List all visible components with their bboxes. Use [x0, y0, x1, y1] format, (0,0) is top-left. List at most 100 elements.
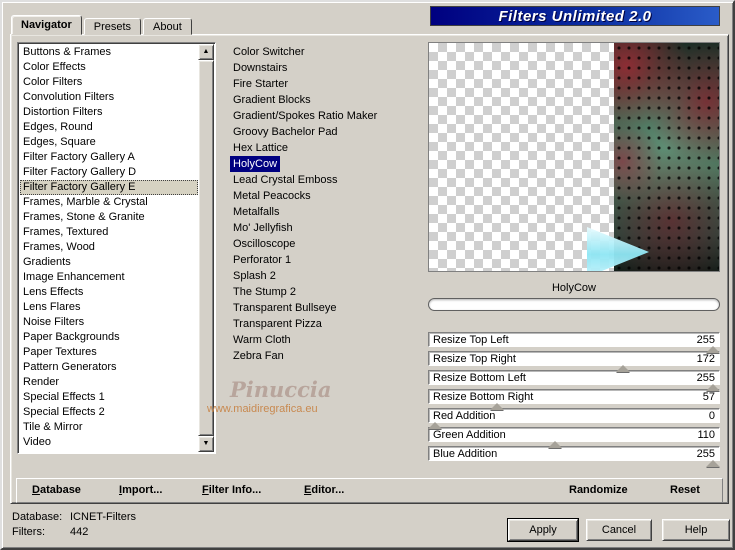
- category-item[interactable]: Frames, Textured: [20, 225, 198, 240]
- filter-item[interactable]: Perforator 1: [230, 252, 294, 268]
- category-item[interactable]: Lens Effects: [20, 285, 198, 300]
- category-item[interactable]: Paper Textures: [20, 345, 198, 360]
- filter-item[interactable]: Downstairs: [230, 60, 290, 76]
- filter-item[interactable]: Transparent Pizza: [230, 316, 325, 332]
- preview-image: [614, 43, 719, 271]
- tab-bar: Navigator Presets About: [11, 15, 194, 35]
- category-item[interactable]: Noise Filters: [20, 315, 198, 330]
- filter-item[interactable]: Hex Lattice: [230, 140, 291, 156]
- scrollbar-up-button[interactable]: ▲: [198, 44, 214, 60]
- status-filters-label: Filters:: [12, 526, 45, 538]
- category-item[interactable]: Frames, Marble & Crystal: [20, 195, 198, 210]
- filter-item[interactable]: Metal Peacocks: [230, 188, 314, 204]
- category-item[interactable]: Filter Factory Gallery D: [20, 165, 198, 180]
- reset-button[interactable]: Reset: [670, 484, 700, 496]
- parameter-label: Blue Addition: [433, 447, 498, 460]
- parameter-value: 255: [696, 333, 715, 346]
- parameter-label: Resize Top Left: [433, 333, 509, 346]
- category-item[interactable]: Render: [20, 375, 198, 390]
- parameter-panel: Resize Top Left 255 Resize Top Right 172 Res…: [428, 332, 720, 467]
- filter-item[interactable]: Splash 2: [230, 268, 279, 284]
- filter-list[interactable]: Color Switcher Downstairs Fire Starter Grad…: [230, 44, 420, 364]
- progress-bar[interactable]: [428, 298, 720, 311]
- category-item-selected[interactable]: Filter Factory Gallery E: [20, 180, 198, 195]
- category-list[interactable]: Buttons & Frames Color Effects Color Filte…: [17, 42, 216, 454]
- parameter-slider[interactable]: Resize Bottom Left 255: [428, 370, 720, 385]
- tab-presets[interactable]: Presets: [83, 18, 142, 35]
- category-scrollbar[interactable]: ▲ ▼: [198, 44, 214, 452]
- filter-item[interactable]: Warm Cloth: [230, 332, 294, 348]
- parameter-label: Red Addition: [433, 409, 496, 422]
- filter-item[interactable]: Lead Crystal Emboss: [230, 172, 341, 188]
- category-item[interactable]: Lens Flares: [20, 300, 198, 315]
- filters-unlimited-window: Filters Unlimited 2.0 Navigator Presets Ab…: [0, 0, 735, 550]
- parameter-slider[interactable]: Green Addition 110: [428, 427, 720, 442]
- parameter-slider[interactable]: Resize Bottom Right 57: [428, 389, 720, 404]
- import-button[interactable]: Import...: [119, 484, 162, 496]
- category-item[interactable]: Tile & Mirror: [20, 420, 198, 435]
- tab-about[interactable]: About: [143, 18, 192, 35]
- slider-thumb-icon[interactable]: [548, 441, 562, 448]
- tab-navigator[interactable]: Navigator: [11, 15, 82, 35]
- filter-item[interactable]: Transparent Bullseye: [230, 300, 340, 316]
- help-button[interactable]: Help: [662, 519, 730, 541]
- category-item[interactable]: Edges, Square: [20, 135, 198, 150]
- category-item[interactable]: Image Enhancement: [20, 270, 198, 285]
- category-item[interactable]: Color Effects: [20, 60, 198, 75]
- slider-thumb-icon[interactable]: [490, 403, 504, 410]
- filter-item-selected[interactable]: HolyCow: [230, 156, 281, 172]
- down-arrow-icon: ▼: [202, 440, 210, 447]
- filter-item[interactable]: Color Switcher: [230, 44, 308, 60]
- category-item[interactable]: Convolution Filters: [20, 90, 198, 105]
- parameter-slider[interactable]: Resize Top Left 255: [428, 332, 720, 347]
- category-item[interactable]: Gradients: [20, 255, 198, 270]
- filter-item[interactable]: Zebra Fan: [230, 348, 287, 364]
- parameter-slider[interactable]: Resize Top Right 172: [428, 351, 720, 366]
- editor-button[interactable]: Editor...: [304, 484, 344, 496]
- filter-item[interactable]: Metalfalls: [230, 204, 282, 220]
- window-title: Filters Unlimited 2.0: [498, 7, 652, 25]
- parameter-slider[interactable]: Red Addition 0: [428, 408, 720, 423]
- category-item[interactable]: Paper Backgrounds: [20, 330, 198, 345]
- slider-thumb-icon[interactable]: [706, 384, 720, 391]
- apply-button[interactable]: Apply: [507, 518, 579, 542]
- parameter-value: 255: [696, 371, 715, 384]
- category-item[interactable]: Special Effects 2: [20, 405, 198, 420]
- category-item[interactable]: Video: [20, 435, 198, 450]
- category-item[interactable]: Color Filters: [20, 75, 198, 90]
- category-item[interactable]: Special Effects 1: [20, 390, 198, 405]
- filter-item[interactable]: Gradient Blocks: [230, 92, 314, 108]
- up-arrow-icon: ▲: [202, 48, 210, 55]
- parameter-row: Resize Top Right 172: [428, 351, 720, 372]
- preview-area[interactable]: [428, 42, 720, 272]
- category-item[interactable]: Frames, Stone & Granite: [20, 210, 198, 225]
- filter-item[interactable]: Oscilloscope: [230, 236, 298, 252]
- slider-thumb-icon[interactable]: [706, 460, 720, 467]
- category-item[interactable]: Pattern Generators: [20, 360, 198, 375]
- slider-thumb-icon[interactable]: [706, 346, 720, 353]
- category-item[interactable]: Filter Factory Gallery A: [20, 150, 198, 165]
- cancel-button[interactable]: Cancel: [586, 519, 652, 541]
- status-database: Database: ICNET-Filters: [12, 511, 136, 523]
- category-list-items: Buttons & Frames Color Effects Color Filte…: [20, 45, 198, 451]
- parameter-label: Resize Bottom Left: [433, 371, 526, 384]
- scrollbar-thumb[interactable]: [198, 60, 214, 436]
- parameter-value: 57: [702, 390, 715, 403]
- category-item[interactable]: Buttons & Frames: [20, 45, 198, 60]
- parameter-label: Resize Bottom Right: [433, 390, 534, 403]
- filter-item[interactable]: Mo' Jellyfish: [230, 220, 296, 236]
- filter-item[interactable]: Fire Starter: [230, 76, 291, 92]
- slider-thumb-icon[interactable]: [616, 365, 630, 372]
- category-item[interactable]: Distortion Filters: [20, 105, 198, 120]
- filter-info-button[interactable]: Filter Info...: [202, 484, 261, 496]
- parameter-slider[interactable]: Blue Addition 255: [428, 446, 720, 461]
- filter-item[interactable]: Groovy Bachelor Pad: [230, 124, 341, 140]
- scrollbar-down-button[interactable]: ▼: [198, 436, 214, 452]
- slider-thumb-icon[interactable]: [428, 422, 442, 429]
- randomize-button[interactable]: Randomize: [569, 484, 628, 496]
- category-item[interactable]: Edges, Round: [20, 120, 198, 135]
- database-button[interactable]: Database: [32, 484, 81, 496]
- filter-item[interactable]: Gradient/Spokes Ratio Maker: [230, 108, 380, 124]
- category-item[interactable]: Frames, Wood: [20, 240, 198, 255]
- filter-item[interactable]: The Stump 2: [230, 284, 299, 300]
